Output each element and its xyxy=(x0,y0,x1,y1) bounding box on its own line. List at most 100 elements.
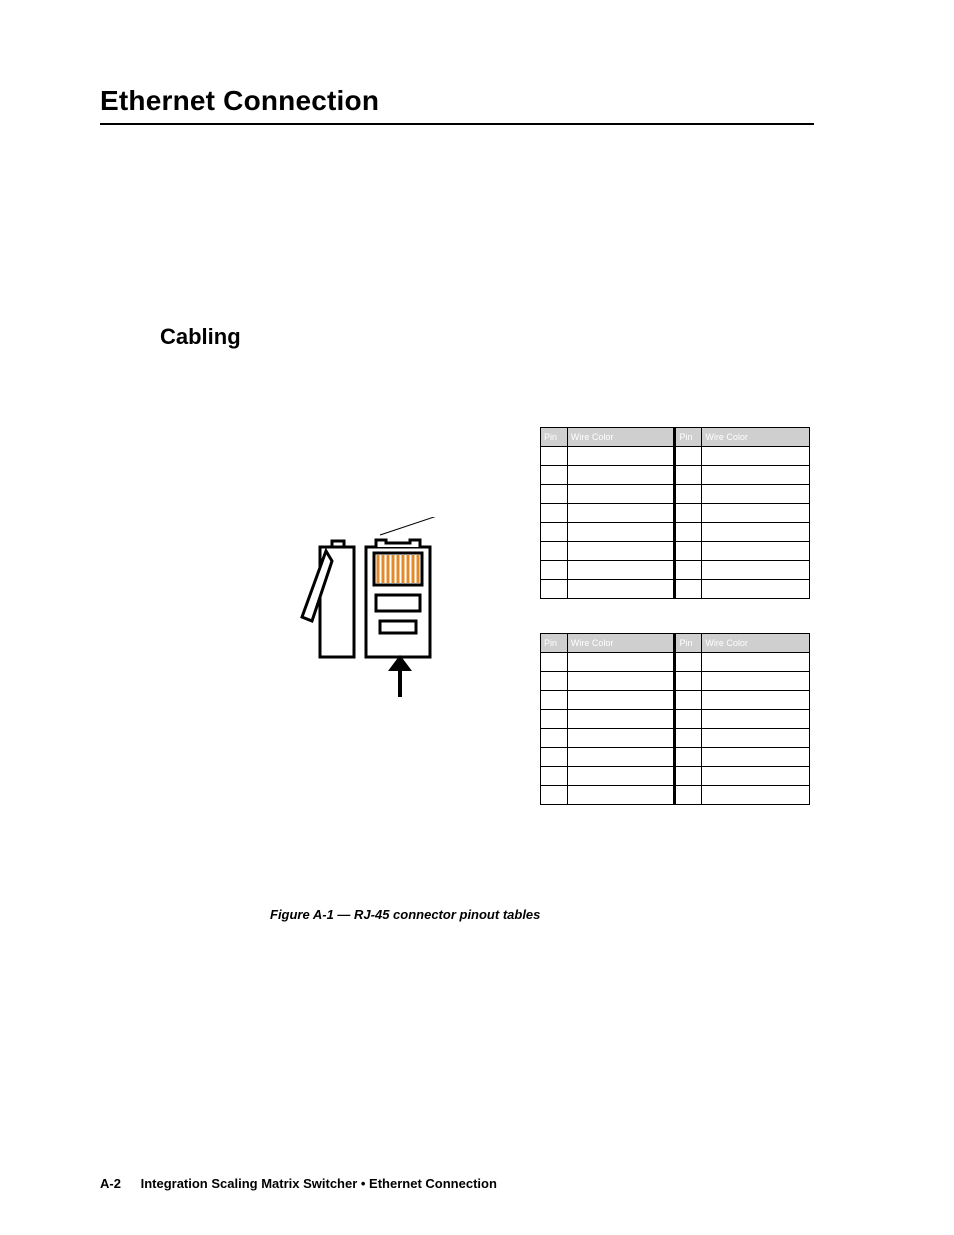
section-title: Ethernet Connection xyxy=(100,85,814,125)
intro-para-4: Patch (straight-through) cable — Connect… xyxy=(100,278,814,294)
straight-caption: Straight-through Cable xyxy=(540,811,810,821)
cell-pin-l: 8 xyxy=(541,785,568,804)
cell-color-r: White-blue xyxy=(702,728,810,747)
cell-color-r: Green xyxy=(702,747,810,766)
th-color-r: Wire Color xyxy=(702,633,810,652)
cell-pin-r: 5 xyxy=(675,522,702,541)
th-pin-l: Pin xyxy=(541,427,568,446)
cell-color-r: White-green xyxy=(702,446,810,465)
table-row: 6Green6Orange xyxy=(541,541,810,560)
cell-color-r: White-brown xyxy=(702,560,810,579)
crossover-table: Pin Wire Color Pin Wire Color 1White-ora… xyxy=(540,427,810,599)
table-row: 6Green6Green xyxy=(541,747,810,766)
cell-pin-l: 3 xyxy=(541,690,568,709)
cell-pin-l: 6 xyxy=(541,541,568,560)
cell-pin-r: 7 xyxy=(675,560,702,579)
figure-caption: Figure A-1 — RJ-45 connector pinout tabl… xyxy=(270,907,814,922)
table-row: 2Orange2Green xyxy=(541,465,810,484)
cell-color-l: Brown xyxy=(567,579,675,598)
cell-color-l: Green xyxy=(567,541,675,560)
cell-color-l: Orange xyxy=(567,671,675,690)
cell-color-l: Orange xyxy=(567,465,675,484)
cell-pin-l: 7 xyxy=(541,560,568,579)
cell-color-l: White-orange xyxy=(567,446,675,465)
cell-color-r: White-blue xyxy=(702,522,810,541)
intro-para-1: The rear panel Ethernet connector on the… xyxy=(100,155,814,187)
cell-pin-l: 1 xyxy=(541,446,568,465)
cell-color-l: White-brown xyxy=(567,560,675,579)
table-row: 7White-brown7White-brown xyxy=(541,560,810,579)
cell-pin-r: 5 xyxy=(675,728,702,747)
cell-color-r: Orange xyxy=(702,671,810,690)
cell-pin-l: 4 xyxy=(541,709,568,728)
cell-pin-l: 1 xyxy=(541,652,568,671)
table-row: 8Brown8Brown xyxy=(541,579,810,598)
cell-pin-l: 3 xyxy=(541,484,568,503)
cell-color-r: Brown xyxy=(702,579,810,598)
subheading-cabling: Cabling xyxy=(160,324,814,350)
cell-pin-l: 6 xyxy=(541,747,568,766)
cell-color-r: Blue xyxy=(702,503,810,522)
cell-color-l: Green xyxy=(567,747,675,766)
cell-color-r: Green xyxy=(702,465,810,484)
cell-pin-r: 2 xyxy=(675,465,702,484)
table-row: 3White-green3White-green xyxy=(541,690,810,709)
th-pin-l: Pin xyxy=(541,633,568,652)
th-pin-r: Pin xyxy=(675,633,702,652)
cell-pin-l: 2 xyxy=(541,671,568,690)
cell-color-r: White-green xyxy=(702,690,810,709)
cell-pin-r: 3 xyxy=(675,690,702,709)
cell-color-l: Blue xyxy=(567,709,675,728)
cell-color-l: White-green xyxy=(567,690,675,709)
th-pin-r: Pin xyxy=(675,427,702,446)
cell-color-l: Brown xyxy=(567,785,675,804)
cell-color-l: Blue xyxy=(567,503,675,522)
page-footer: A-2 Integration Scaling Matrix Switcher … xyxy=(100,1176,497,1191)
cell-pin-r: 1 xyxy=(675,652,702,671)
cell-pin-r: 8 xyxy=(675,579,702,598)
cell-pin-r: 2 xyxy=(675,671,702,690)
cell-color-r: Blue xyxy=(702,709,810,728)
cell-pin-l: 4 xyxy=(541,503,568,522)
cell-color-l: White-blue xyxy=(567,728,675,747)
cell-pin-l: 5 xyxy=(541,728,568,747)
cell-pin-r: 7 xyxy=(675,766,702,785)
cell-pin-l: 7 xyxy=(541,766,568,785)
cell-color-r: White-orange xyxy=(702,484,810,503)
footer-title: Integration Scaling Matrix Switcher • Et… xyxy=(141,1176,497,1191)
cell-pin-r: 1 xyxy=(675,446,702,465)
table-row: 4Blue4Blue xyxy=(541,709,810,728)
cell-color-l: White-blue xyxy=(567,522,675,541)
th-color-r: Wire Color xyxy=(702,427,810,446)
intro-para-2: The Ethernet cable can be terminated as … xyxy=(100,201,814,233)
table-row: 2Orange2Orange xyxy=(541,671,810,690)
table-row: 5White-blue5White-blue xyxy=(541,522,810,541)
cell-pin-r: 4 xyxy=(675,709,702,728)
cell-color-l: White-brown xyxy=(567,766,675,785)
page-number: A-2 xyxy=(100,1176,121,1191)
intro-para-3: Crossover cable — Direct connection betw… xyxy=(100,248,814,264)
cell-pin-l: 5 xyxy=(541,522,568,541)
straight-table: Pin Wire Color Pin Wire Color 1White-ora… xyxy=(540,633,810,805)
table-row: 4Blue4Blue xyxy=(541,503,810,522)
cell-color-r: Brown xyxy=(702,785,810,804)
th-color-l: Wire Color xyxy=(567,427,675,446)
cell-pin-r: 8 xyxy=(675,785,702,804)
table-row: 1White-orange1White-orange xyxy=(541,652,810,671)
cell-pin-l: 8 xyxy=(541,579,568,598)
figure-area: Pin Wire Color Pin Wire Color 1White-ora… xyxy=(100,427,814,897)
cabling-para-1: It is vital that your Ethernet cables be… xyxy=(160,358,814,407)
cell-pin-l: 2 xyxy=(541,465,568,484)
cell-color-r: White-brown xyxy=(702,766,810,785)
cell-pin-r: 6 xyxy=(675,747,702,766)
cell-color-r: White-orange xyxy=(702,652,810,671)
table-row: 8Brown8Brown xyxy=(541,785,810,804)
cell-pin-r: 6 xyxy=(675,541,702,560)
th-color-l: Wire Color xyxy=(567,633,675,652)
crossover-caption: Crossover Cable xyxy=(540,605,810,615)
cell-color-l: White-orange xyxy=(567,652,675,671)
rj45-connector-icon xyxy=(300,517,480,722)
table-row: 3White-green3White-orange xyxy=(541,484,810,503)
table-row: 5White-blue5White-blue xyxy=(541,728,810,747)
table-row: 1White-orange1White-green xyxy=(541,446,810,465)
